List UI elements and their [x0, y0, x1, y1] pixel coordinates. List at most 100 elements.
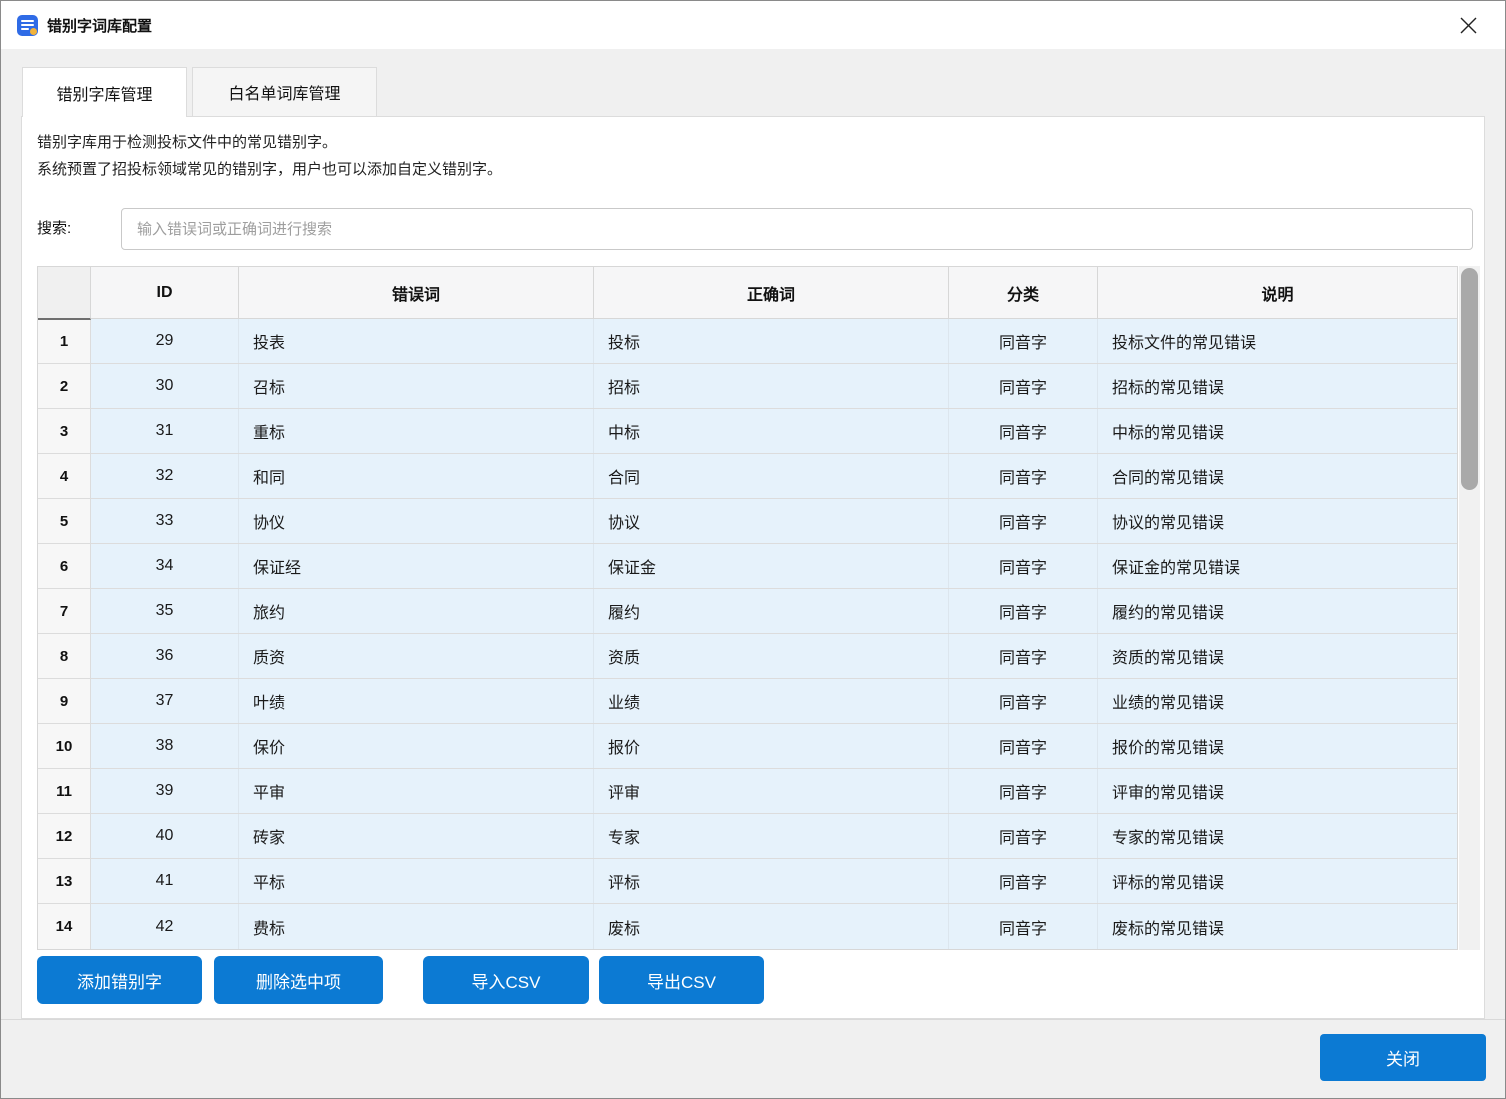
note-cell: 评标的常见错误: [1098, 859, 1457, 903]
id-cell: 31: [91, 409, 239, 453]
header-category[interactable]: 分类: [949, 267, 1098, 318]
note-cell: 中标的常见错误: [1098, 409, 1457, 453]
category-cell: 同音字: [949, 454, 1098, 498]
correct-word-cell: 报价: [594, 724, 949, 768]
id-cell: 42: [91, 904, 239, 949]
wrong-word-cell: 平审: [239, 769, 594, 813]
id-cell: 34: [91, 544, 239, 588]
table-row[interactable]: 6 34 保证经 保证金 同音字 保证金的常见错误: [38, 544, 1457, 589]
row-number-cell: 7: [38, 589, 91, 633]
id-cell: 41: [91, 859, 239, 903]
title-bar: 错别字词库配置: [1, 1, 1505, 49]
wrong-word-cell: 平标: [239, 859, 594, 903]
table-body: 1 29 投表 投标 同音字 投标文件的常见错误 2 30 召标 招标 同音字 …: [38, 319, 1457, 949]
table-row[interactable]: 12 40 砖家 专家 同音字 专家的常见错误: [38, 814, 1457, 859]
category-cell: 同音字: [949, 724, 1098, 768]
wrong-word-cell: 砖家: [239, 814, 594, 858]
row-number-cell: 13: [38, 859, 91, 903]
id-cell: 33: [91, 499, 239, 543]
category-cell: 同音字: [949, 814, 1098, 858]
export-csv-button[interactable]: 导出CSV: [599, 956, 764, 1004]
correct-word-cell: 履约: [594, 589, 949, 633]
window-title: 错别字词库配置: [47, 15, 152, 36]
table-scrollbar-track[interactable]: [1459, 266, 1480, 950]
table-header-row: ID 错误词 正确词 分类 说明: [38, 267, 1457, 319]
table-scrollbar-thumb[interactable]: [1461, 268, 1478, 490]
note-cell: 履约的常见错误: [1098, 589, 1457, 633]
table-row[interactable]: 10 38 保价 报价 同音字 报价的常见错误: [38, 724, 1457, 769]
close-dialog-button[interactable]: 关闭: [1320, 1034, 1486, 1081]
wrong-word-cell: 叶绩: [239, 679, 594, 723]
note-cell: 评审的常见错误: [1098, 769, 1457, 813]
app-document-icon: [17, 15, 38, 36]
wrong-word-cell: 保证经: [239, 544, 594, 588]
tab-whitelist-library[interactable]: 白名单词库管理: [192, 67, 377, 117]
header-correct-word[interactable]: 正确词: [594, 267, 949, 318]
search-input[interactable]: [121, 208, 1473, 250]
note-cell: 报价的常见错误: [1098, 724, 1457, 768]
description-text: 错别字库用于检测投标文件中的常见错别字。 系统预置了招投标领域常见的错别字，用户…: [37, 129, 502, 183]
wrong-word-cell: 旅约: [239, 589, 594, 633]
note-cell: 废标的常见错误: [1098, 904, 1457, 949]
category-cell: 同音字: [949, 319, 1098, 363]
note-cell: 招标的常见错误: [1098, 364, 1457, 408]
table-row[interactable]: 4 32 和同 合同 同音字 合同的常见错误: [38, 454, 1457, 499]
footer-bar: 关闭: [1, 1019, 1505, 1098]
header-id[interactable]: ID: [91, 267, 239, 318]
typo-table: ID 错误词 正确词 分类 说明 1 29 投表 投标 同音字 投标文件的常见错…: [37, 266, 1458, 950]
category-cell: 同音字: [949, 589, 1098, 633]
category-cell: 同音字: [949, 859, 1098, 903]
table-row[interactable]: 3 31 重标 中标 同音字 中标的常见错误: [38, 409, 1457, 454]
header-note[interactable]: 说明: [1098, 267, 1457, 318]
note-cell: 保证金的常见错误: [1098, 544, 1457, 588]
id-cell: 40: [91, 814, 239, 858]
table-row[interactable]: 13 41 平标 评标 同音字 评标的常见错误: [38, 859, 1457, 904]
row-number-cell: 2: [38, 364, 91, 408]
wrong-word-cell: 重标: [239, 409, 594, 453]
category-cell: 同音字: [949, 634, 1098, 678]
correct-word-cell: 废标: [594, 904, 949, 949]
correct-word-cell: 协议: [594, 499, 949, 543]
id-cell: 37: [91, 679, 239, 723]
correct-word-cell: 合同: [594, 454, 949, 498]
wrong-word-cell: 费标: [239, 904, 594, 949]
header-corner-cell[interactable]: [38, 267, 91, 320]
header-wrong-word[interactable]: 错误词: [239, 267, 594, 318]
id-cell: 30: [91, 364, 239, 408]
id-cell: 36: [91, 634, 239, 678]
note-cell: 投标文件的常见错误: [1098, 319, 1457, 363]
note-cell: 合同的常见错误: [1098, 454, 1457, 498]
tab-typo-library[interactable]: 错别字库管理: [22, 67, 187, 117]
description-line-2: 系统预置了招投标领域常见的错别字，用户也可以添加自定义错别字。: [37, 156, 502, 183]
correct-word-cell: 评审: [594, 769, 949, 813]
id-cell: 38: [91, 724, 239, 768]
window-close-icon[interactable]: [1453, 10, 1483, 40]
description-line-1: 错别字库用于检测投标文件中的常见错别字。: [37, 129, 502, 156]
note-cell: 资质的常见错误: [1098, 634, 1457, 678]
delete-selected-button[interactable]: 删除选中项: [214, 956, 383, 1004]
note-cell: 业绩的常见错误: [1098, 679, 1457, 723]
search-label: 搜索:: [37, 208, 71, 250]
correct-word-cell: 专家: [594, 814, 949, 858]
import-csv-button[interactable]: 导入CSV: [423, 956, 589, 1004]
add-typo-button[interactable]: 添加错别字: [37, 956, 202, 1004]
table-row[interactable]: 11 39 平审 评审 同音字 评审的常见错误: [38, 769, 1457, 814]
table-row[interactable]: 2 30 召标 招标 同音字 招标的常见错误: [38, 364, 1457, 409]
id-cell: 39: [91, 769, 239, 813]
table-row[interactable]: 8 36 质资 资质 同音字 资质的常见错误: [38, 634, 1457, 679]
correct-word-cell: 中标: [594, 409, 949, 453]
row-number-cell: 1: [38, 319, 91, 363]
correct-word-cell: 业绩: [594, 679, 949, 723]
row-number-cell: 8: [38, 634, 91, 678]
table-row[interactable]: 14 42 费标 废标 同音字 废标的常见错误: [38, 904, 1457, 949]
table-row[interactable]: 9 37 叶绩 业绩 同音字 业绩的常见错误: [38, 679, 1457, 724]
correct-word-cell: 评标: [594, 859, 949, 903]
table-row[interactable]: 7 35 旅约 履约 同音字 履约的常见错误: [38, 589, 1457, 634]
row-number-cell: 12: [38, 814, 91, 858]
category-cell: 同音字: [949, 904, 1098, 949]
row-number-cell: 5: [38, 499, 91, 543]
wrong-word-cell: 召标: [239, 364, 594, 408]
table-row[interactable]: 5 33 协仪 协议 同音字 协议的常见错误: [38, 499, 1457, 544]
table-row[interactable]: 1 29 投表 投标 同音字 投标文件的常见错误: [38, 319, 1457, 364]
row-number-cell: 9: [38, 679, 91, 723]
